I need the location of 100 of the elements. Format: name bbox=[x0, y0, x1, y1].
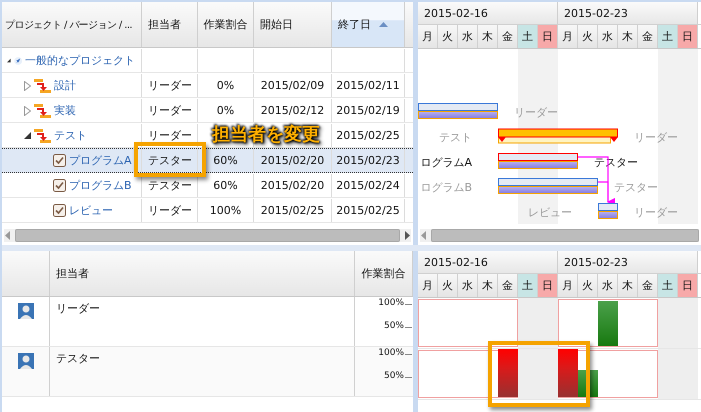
header-background bbox=[405, 2, 413, 47]
task-row[interactable]: 実装 リーダー 0% 2015/02/12 2015/02/19 bbox=[2, 98, 413, 123]
week-header: 2015-02-23 bbox=[558, 2, 698, 24]
start-date: 2015/02/20 bbox=[260, 154, 324, 167]
end-date: 2015/02/25 bbox=[336, 204, 400, 217]
version-icon bbox=[34, 78, 51, 94]
day-header: 木 bbox=[618, 25, 638, 48]
day-header: 金 bbox=[638, 25, 658, 48]
week-header: 2015-02-16 bbox=[418, 2, 558, 24]
day-header: 水 bbox=[458, 274, 478, 297]
bar-label: レビュー bbox=[528, 206, 572, 219]
column-header[interactable]: 作業割合 bbox=[198, 2, 254, 47]
task-name[interactable]: 一般的なプロジェクト bbox=[25, 53, 135, 68]
day-header: 木 bbox=[478, 274, 498, 297]
scroll-right-icon[interactable] bbox=[403, 231, 411, 240]
task-name[interactable]: テスト bbox=[54, 128, 87, 143]
day-header: 水 bbox=[598, 25, 618, 48]
task-checkbox-icon bbox=[53, 204, 66, 217]
assignee-text: リーダー bbox=[148, 78, 192, 93]
ratio-text: 60% bbox=[213, 179, 238, 192]
task-name[interactable]: プログラムB bbox=[69, 178, 132, 193]
ratio-text: 60% bbox=[213, 154, 238, 167]
callout-text: 担当者を変更 bbox=[212, 124, 320, 146]
collapse-toggle-icon[interactable] bbox=[24, 132, 31, 139]
day-header: 日 bbox=[538, 25, 558, 48]
version-icon bbox=[34, 128, 51, 144]
day-header: 火 bbox=[578, 25, 598, 48]
start-date: 2015/02/09 bbox=[260, 79, 324, 92]
horizontal-scrollbar[interactable] bbox=[420, 229, 699, 242]
summary-bar[interactable] bbox=[498, 128, 618, 144]
task-bar[interactable] bbox=[418, 103, 498, 119]
day-header: 日 bbox=[538, 274, 558, 297]
day-header: 金 bbox=[498, 274, 518, 297]
task-name[interactable]: 実装 bbox=[54, 103, 76, 118]
tick-mark bbox=[405, 354, 412, 355]
bar-label: テスター bbox=[614, 181, 658, 194]
scroll-left-icon[interactable] bbox=[420, 231, 428, 240]
start-date: 2015/02/25 bbox=[260, 204, 324, 217]
end-date: 2015/02/24 bbox=[336, 179, 400, 192]
week-header: 2015-02-16 bbox=[418, 251, 558, 273]
bar-label: テスト bbox=[439, 131, 472, 144]
collapse-toggle-icon[interactable] bbox=[7, 57, 11, 64]
day-header: 木 bbox=[478, 25, 498, 48]
day-header: 月 bbox=[558, 25, 578, 48]
task-row[interactable]: 一般的なプロジェクト bbox=[2, 48, 413, 73]
column-header[interactable]: 終了日 bbox=[332, 2, 405, 47]
day-header: 月 bbox=[418, 274, 438, 297]
day-header: 金 bbox=[498, 25, 518, 48]
load-bar bbox=[598, 301, 618, 346]
expand-toggle-icon[interactable] bbox=[24, 80, 31, 90]
resource-name: リーダー bbox=[56, 301, 100, 316]
assignee-text: リーダー bbox=[148, 103, 192, 118]
end-date: 2015/02/25 bbox=[336, 129, 400, 142]
tick-mark bbox=[405, 377, 412, 378]
day-header: 土 bbox=[518, 25, 538, 48]
column-header[interactable]: 開始日 bbox=[254, 2, 332, 47]
day-header: 土 bbox=[658, 274, 678, 297]
day-header: 火 bbox=[438, 274, 458, 297]
day-header: 火 bbox=[438, 25, 458, 48]
horizontal-scrollbar[interactable] bbox=[4, 229, 411, 242]
task-bar[interactable] bbox=[498, 153, 578, 169]
day-header: 金 bbox=[638, 274, 658, 297]
start-date: 2015/02/20 bbox=[260, 179, 324, 192]
task-name[interactable]: レビュー bbox=[69, 203, 113, 218]
scale-label: 50% bbox=[384, 321, 404, 331]
scale-label: 100% bbox=[378, 298, 404, 308]
task-name[interactable]: プログラムA bbox=[69, 153, 132, 168]
column-header[interactable]: 担当者 bbox=[50, 251, 355, 296]
day-header: 水 bbox=[598, 274, 618, 297]
scale-label: 100% bbox=[378, 348, 404, 358]
resource-row[interactable]: テスター 100% 50% bbox=[2, 347, 413, 397]
resource-row[interactable]: リーダー 100% 50% bbox=[2, 297, 413, 347]
task-row[interactable]: プログラムB テスター 60% 2015/02/20 2015/02/24 bbox=[2, 173, 413, 198]
user-avatar-icon bbox=[18, 303, 34, 319]
task-row[interactable]: レビュー リーダー 100% 2015/02/25 2015/02/25 bbox=[2, 198, 413, 223]
task-name[interactable]: 設計 bbox=[54, 78, 76, 93]
start-date: 2015/02/12 bbox=[260, 104, 324, 117]
task-row[interactable]: 設計 リーダー 0% 2015/02/09 2015/02/11 bbox=[2, 73, 413, 98]
column-header[interactable]: プロジェクト / バージョン / ... bbox=[2, 2, 142, 47]
week-header: 2015-02-23 bbox=[558, 251, 698, 273]
version-icon bbox=[34, 102, 51, 118]
task-bar[interactable] bbox=[498, 178, 598, 194]
tick-mark bbox=[405, 327, 412, 328]
day-header: 土 bbox=[658, 25, 678, 48]
column-header[interactable]: 作業割合 bbox=[355, 251, 413, 296]
expand-toggle-icon[interactable] bbox=[24, 106, 31, 116]
tick-mark bbox=[405, 304, 412, 305]
scale-label: 50% bbox=[384, 371, 404, 381]
assignee-text: リーダー bbox=[148, 203, 192, 218]
day-header: 月 bbox=[558, 274, 578, 297]
task-checkbox-icon bbox=[53, 154, 66, 167]
task-row[interactable]: プログラムA テスター 60% 2015/02/20 2015/02/23 bbox=[2, 148, 413, 173]
end-date: 2015/02/19 bbox=[336, 104, 400, 117]
column-header[interactable]: 担当者 bbox=[142, 2, 198, 47]
assignee-text: テスター bbox=[148, 153, 192, 168]
resource-name: テスター bbox=[56, 351, 100, 366]
task-bar[interactable] bbox=[598, 203, 618, 219]
end-date: 2015/02/23 bbox=[336, 154, 400, 167]
scroll-left-icon[interactable] bbox=[4, 231, 12, 240]
bar-label: リーダー bbox=[634, 131, 678, 144]
